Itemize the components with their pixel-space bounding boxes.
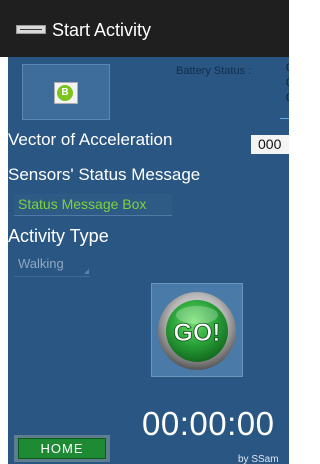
go-label: GO! (173, 319, 220, 347)
battery-divider (280, 118, 289, 119)
bluetooth-button[interactable]: B (22, 64, 110, 120)
main-panel: B Battery Status : 0 0 0 Vector of Accel… (8, 57, 289, 464)
home-label: HOME (18, 438, 106, 459)
elapsed-timer: 00:00:00 (142, 405, 275, 442)
battery-status-label: Battery Status : (176, 65, 252, 77)
battery-value-1: 0 (286, 62, 289, 74)
home-button[interactable]: HOME (14, 435, 110, 462)
vector-label: Vector of Acceleration (8, 130, 173, 149)
go-button[interactable]: GO! (151, 283, 243, 377)
bluetooth-icon: B (57, 85, 73, 101)
bluetooth-badge: B (54, 82, 78, 104)
credit-text: by SSam (238, 454, 279, 464)
screen: Start Activity B Battery Status : 0 0 0 … (0, 0, 289, 464)
go-icon: GO! (158, 292, 236, 370)
screen-title: Start Activity (52, 20, 152, 40)
device-icon (16, 25, 46, 34)
activity-type-spinner[interactable]: Walking (14, 255, 90, 277)
sensors-status-label: Sensors' Status Message (8, 165, 201, 184)
action-bar: Start Activity (0, 0, 289, 57)
activity-type-label: Activity Type (8, 226, 109, 246)
vector-value-field: 000 (251, 135, 289, 154)
status-message-box: Status Message Box (14, 194, 172, 216)
battery-value-3: 0 (286, 92, 289, 104)
battery-value-2: 0 (286, 77, 289, 89)
